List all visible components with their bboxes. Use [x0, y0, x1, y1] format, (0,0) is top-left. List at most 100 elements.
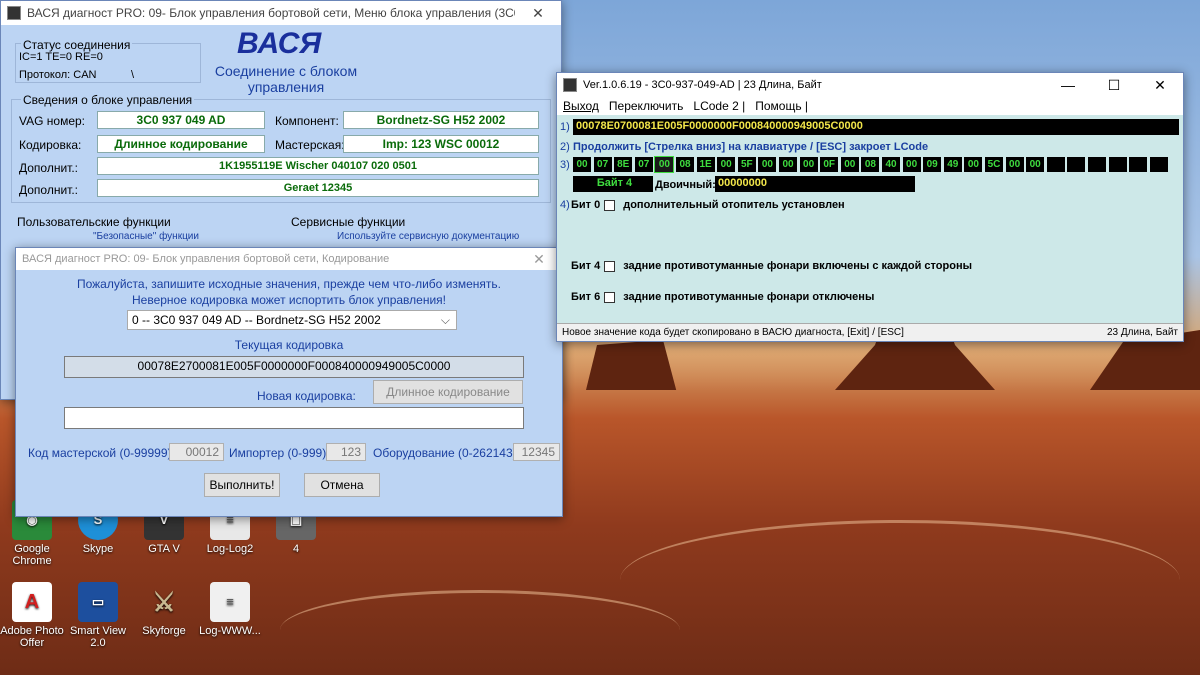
desktop-icon-label: Skype — [82, 543, 114, 555]
close-icon[interactable]: ✕ — [515, 1, 561, 25]
binary-label: Двоичный: — [655, 179, 716, 191]
status-right: 23 Длина, Байт — [1106, 327, 1178, 338]
bit-0-checkbox[interactable] — [604, 199, 616, 211]
byte-cell-28[interactable] — [1149, 157, 1168, 172]
bit-0-row[interactable]: Бит 0 дополнительный отопитель установле… — [571, 199, 845, 211]
coding-title: ВАСЯ диагност PRO: 09- Блок управления б… — [22, 253, 390, 265]
desktop-icon-adobe[interactable]: A Adobe Photo Offer — [0, 582, 68, 649]
desktop-icon-skyforge[interactable]: ⚔ Skyforge — [128, 582, 200, 637]
byte-cell-5[interactable]: 08 — [676, 157, 694, 172]
equipment-label: Оборудование (0-262143): — [373, 446, 520, 460]
binary-value[interactable]: 00000000 — [715, 176, 915, 192]
byte-cell-6[interactable]: 1E — [696, 157, 715, 172]
vag-value: 3C0 937 049 AD — [97, 111, 265, 129]
menu-switch[interactable]: Переключить — [609, 99, 683, 113]
desktop-icon-smart-view[interactable]: ▭ Smart View 2.0 — [62, 582, 134, 649]
row-1-number: 1) — [560, 121, 570, 133]
byte-cell-9[interactable]: 00 — [758, 157, 777, 172]
equipment-field[interactable]: 12345 — [513, 443, 560, 461]
byte-cell-2[interactable]: 8E — [614, 157, 633, 172]
byte-cell-3[interactable]: 07 — [634, 157, 653, 172]
dirt-road — [620, 520, 1180, 640]
shop-code-field[interactable]: 00012 — [169, 443, 224, 461]
byte-cell-19[interactable]: 00 — [964, 157, 983, 172]
byte-cell-17[interactable]: 09 — [923, 157, 942, 172]
current-coding-label: Текущая кодировка — [234, 338, 344, 352]
importer-field[interactable]: 123 — [326, 443, 366, 461]
byte-cell-26[interactable] — [1108, 157, 1127, 172]
cancel-button[interactable]: Отмена — [304, 473, 380, 497]
app-logo: ВАСЯ — [237, 27, 322, 60]
user-functions-subtitle: "Безопасные" функции — [93, 231, 199, 242]
main-title: ВАСЯ диагност PRO: 09- Блок управления б… — [27, 6, 515, 20]
app-icon — [563, 78, 577, 92]
bit-4-row[interactable]: Бит 4 задние противотуманные фонари вклю… — [571, 260, 972, 272]
byte-cell-25[interactable] — [1088, 157, 1106, 172]
byte-cell-16[interactable]: 00 — [902, 157, 921, 172]
module-select-value: 0 -- 3C0 937 049 AD -- Bordnetz-SG H52 2… — [132, 313, 381, 327]
byte-cell-15[interactable]: 40 — [882, 157, 900, 172]
byte-cell-7[interactable]: 00 — [717, 157, 736, 172]
byte-cell-14[interactable]: 08 — [861, 157, 880, 172]
bit-4-text: задние противотуманные фонари включены с… — [623, 260, 972, 272]
service-functions-title: Сервисные функции — [291, 215, 406, 229]
coding-value: Длинное кодирование — [97, 135, 265, 153]
samsung-icon: ▭ — [78, 582, 118, 622]
bit-4-checkbox[interactable] — [604, 260, 616, 272]
byte-cell-23[interactable] — [1046, 157, 1065, 172]
bit-6-row[interactable]: Бит 6 задние противотуманные фонари откл… — [571, 291, 874, 303]
byte-cell-27[interactable] — [1129, 157, 1148, 172]
lcode-current-value[interactable]: 00078E0700081E005F0000000F00084000094900… — [573, 119, 1179, 135]
menu-help[interactable]: Помощь | — [755, 99, 808, 113]
byte-cell-24[interactable] — [1067, 157, 1086, 172]
extra2-label: Дополнит.: — [19, 183, 79, 197]
run-button[interactable]: Выполнить! — [204, 473, 280, 497]
shop-value: Imp: 123 WSC 00012 — [343, 135, 539, 153]
byte-cell-8[interactable]: 5F — [737, 157, 756, 172]
warning-line-1: Пожалуйста, запишите исходные значения, … — [76, 277, 501, 291]
desktop-icon-label: Google Chrome — [12, 543, 52, 567]
main-titlebar: ВАСЯ диагност PRO: 09- Блок управления б… — [1, 1, 561, 25]
minimize-icon[interactable]: — — [1045, 73, 1091, 97]
desktop-icon-label: Adobe Photo Offer — [0, 625, 64, 649]
desktop-icon-label: Smart View 2.0 — [69, 625, 127, 649]
byte-cell-11[interactable]: 00 — [799, 157, 818, 172]
bit-0-label: Бит 0 — [571, 199, 601, 211]
desktop-icon-label: Log-Log2 — [206, 543, 254, 555]
shop-code-label: Код мастерской (0-99999): — [28, 446, 175, 460]
desktop-icon-label: Skyforge — [142, 625, 186, 637]
new-coding-input[interactable] — [64, 407, 524, 429]
menu-lcode2[interactable]: LCode 2 | — [693, 99, 745, 113]
dirt-road-2 — [280, 590, 680, 670]
byte-cell-18[interactable]: 49 — [943, 157, 962, 172]
byte-cell-22[interactable]: 00 — [1026, 157, 1045, 172]
coding-label: Кодировка: — [19, 138, 82, 152]
info-title: Сведения о блоке управления — [21, 93, 195, 107]
bit-6-text: задние противотуманные фонари отключены — [623, 291, 875, 303]
shop-label: Мастерская: — [275, 138, 345, 152]
coding-titlebar: ВАСЯ диагност PRO: 09- Блок управления б… — [16, 248, 562, 270]
status-left: Новое значение кода будет скопировано в … — [562, 327, 904, 338]
byte-cell-4[interactable]: 00 — [654, 156, 675, 173]
byte-cell-1[interactable]: 07 — [593, 157, 612, 172]
byte-cell-13[interactable]: 00 — [840, 157, 859, 172]
maximize-icon[interactable]: ☐ — [1091, 73, 1137, 97]
module-select[interactable]: 0 -- 3C0 937 049 AD -- Bordnetz-SG H52 2… — [127, 310, 457, 330]
continue-hint: Продолжить [Стрелка вниз] на клавиатуре … — [573, 141, 929, 153]
byte-cell-10[interactable]: 00 — [779, 157, 797, 172]
byte-cell-20[interactable]: 5C — [985, 157, 1003, 172]
bit-6-label: Бит 6 — [571, 291, 601, 303]
text-file-icon: ≡ — [210, 582, 250, 622]
bit-6-checkbox[interactable] — [604, 291, 616, 303]
byte-cell-21[interactable]: 00 — [1005, 157, 1024, 172]
close-icon[interactable]: ✕ — [1137, 73, 1183, 97]
chevron-down-icon: ⌵ — [440, 313, 450, 327]
menu-exit[interactable]: Выход — [563, 99, 599, 113]
byte-cell-0[interactable]: 00 — [573, 157, 591, 172]
bit-4-label: Бит 4 — [571, 260, 601, 272]
status-activity-indicator: \ — [131, 69, 135, 81]
long-coding-button[interactable]: Длинное кодирование — [373, 380, 523, 404]
desktop-icon-log-www[interactable]: ≡ Log-WWW... — [194, 582, 266, 637]
byte-cell-12[interactable]: 0F — [820, 157, 839, 172]
component-value: Bordnetz-SG H52 2002 — [343, 111, 539, 129]
